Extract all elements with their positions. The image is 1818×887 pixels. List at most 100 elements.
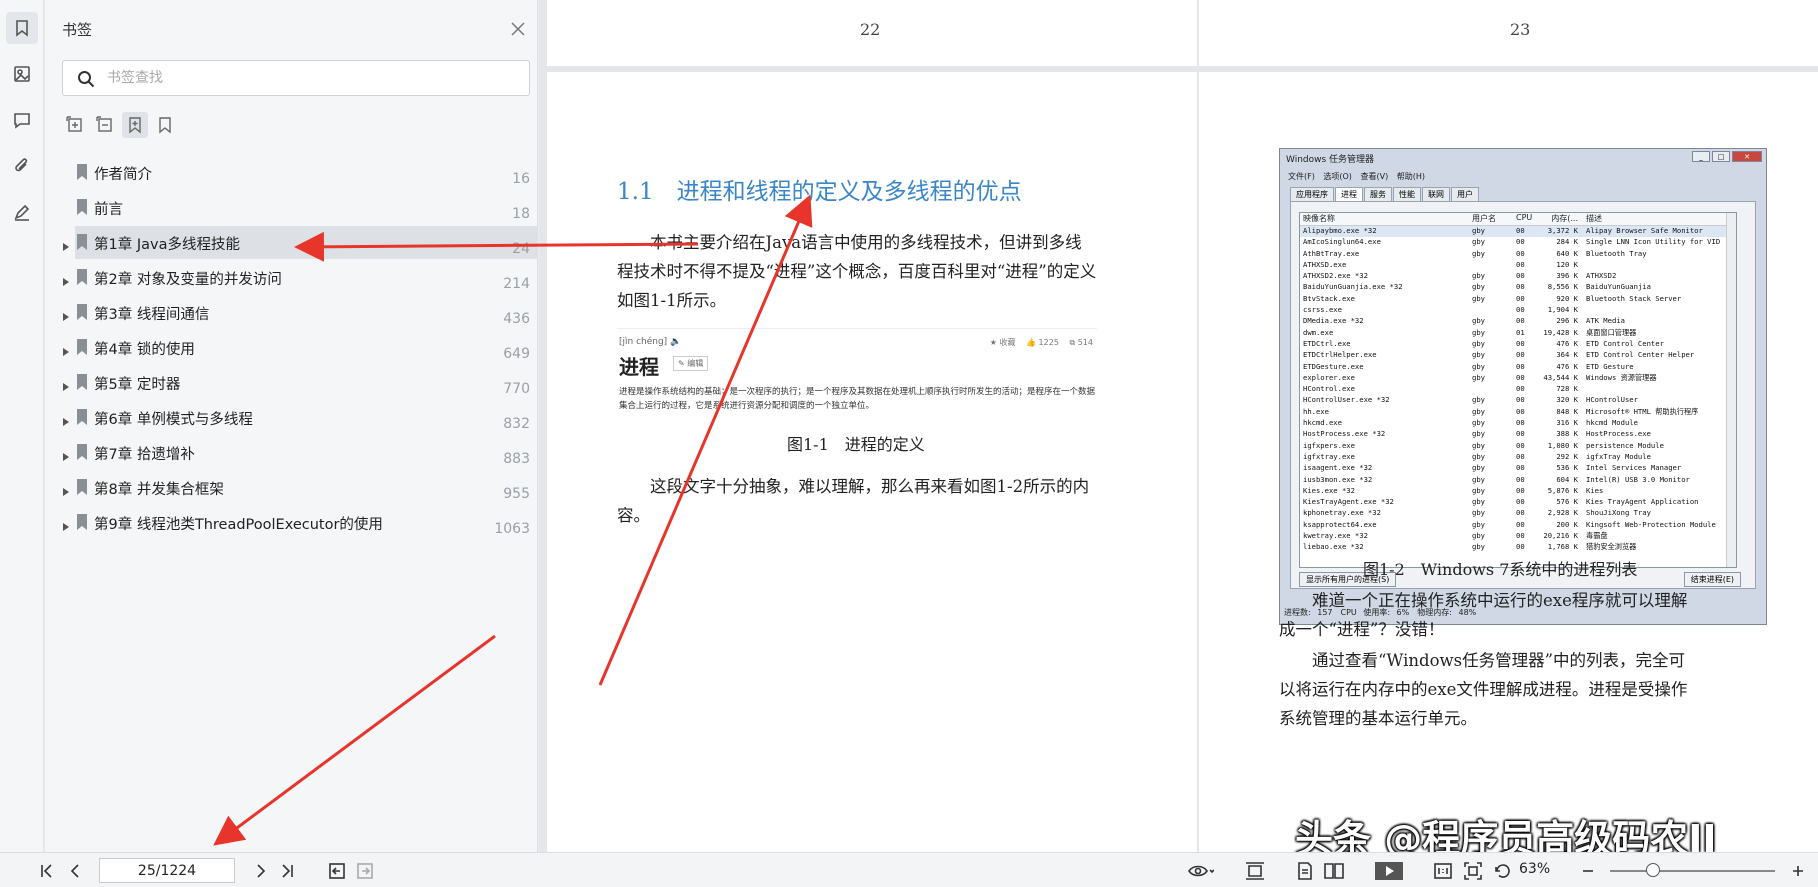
page-number-input[interactable] [99, 858, 235, 883]
process-cell: HostProcess.exe [1586, 429, 1651, 439]
menu-item: 查看(V) [1360, 172, 1389, 181]
expand-arrow-icon[interactable] [61, 237, 71, 251]
expand-arrow-icon[interactable] [61, 307, 71, 321]
bookmark-item[interactable]: 第7章 拾遗增补 883 [45, 435, 538, 470]
bookmark-item[interactable]: 第2章 对象及变量的并发访问 214 [45, 260, 538, 295]
expand-arrow-icon[interactable] [61, 447, 71, 461]
process-row: isaagent.exe *32 gby 00 536 K Intel Services… [1300, 463, 1736, 474]
column-header: 内存(... [1551, 214, 1578, 223]
expand-arrow-icon[interactable] [61, 482, 71, 496]
rotate-icon[interactable] [1492, 861, 1514, 881]
play-icon[interactable] [1374, 861, 1404, 881]
eye-protection-icon[interactable] [1186, 861, 1216, 881]
process-table-header: 映像名称 用户名 CPU 内存(... 描述 [1300, 213, 1736, 226]
next-page-icon[interactable] [252, 861, 270, 881]
paragraph: 难道一个正在操作系统中运行的exe程序就可以理解成一个“进程”？没错！ [1279, 591, 1688, 639]
zoom-slider-thumb[interactable] [1645, 863, 1660, 877]
process-cell: Microsoft® HTML 帮助执行程序 [1586, 406, 1699, 416]
single-page-icon[interactable] [1243, 861, 1267, 881]
process-cell: gby [1472, 293, 1485, 303]
zoom-level[interactable]: 63% [1519, 861, 1550, 877]
document-view[interactable]: 22 23 1.1 进程和线程的定义及多线程的优点 本书主要介绍在Java语言中… [539, 0, 1818, 852]
process-cell: gby [1472, 463, 1485, 473]
process-cell: gby [1472, 327, 1485, 337]
process-cell: Alipaybmo.exe *32 [1303, 226, 1377, 235]
bookmark-page: 18 [512, 206, 530, 222]
bookmark-outline-icon[interactable] [152, 112, 178, 138]
bookmark-item-selected[interactable]: 第1章 Java多线程技能 24 [45, 225, 538, 260]
search-input[interactable] [107, 67, 507, 89]
tm-tab: 服务 [1364, 187, 1392, 202]
process-cell: gby [1472, 372, 1485, 382]
bookmark-search[interactable] [62, 60, 530, 96]
process-row: Alipaybmo.exe *32 gby 00 3,372 K Alipay Brow… [1300, 226, 1736, 238]
task-manager-title: Windows 任务管理器 [1286, 155, 1375, 165]
process-row: AmIcoSinglun64.exe gby 00 284 K Single LNN I… [1300, 237, 1736, 248]
baike-figure: [jìn chéng] 🔈 进程 ✎ 编辑 ★ 收藏 👍 1225 ⧉ 514 … [617, 328, 1097, 424]
attachment-icon[interactable] [6, 150, 38, 182]
paragraph: 本书主要介绍在Java语言中使用的多线程技术，但讲到多线程技术时不得不提及“进程… [617, 233, 1097, 310]
process-cell: 920 K [1556, 293, 1578, 303]
bookmark-item[interactable]: 作者简介 16 [45, 155, 538, 190]
bookmark-item[interactable]: 第6章 单例模式与多线程 832 [45, 400, 538, 435]
thumbnail-icon[interactable] [6, 58, 38, 90]
expand-all-icon[interactable] [62, 112, 88, 138]
bookmark-item[interactable]: 前言 18 [45, 190, 538, 225]
close-icon[interactable] [507, 18, 529, 40]
two-page-icon[interactable] [1322, 861, 1346, 881]
process-cell: 320 K [1556, 395, 1578, 405]
bookmark-item[interactable]: 第5章 定时器 770 [45, 365, 538, 400]
signature-icon[interactable] [6, 196, 38, 228]
process-cell: 猎豹安全浏览器 [1586, 542, 1637, 552]
bookmark-label: 第4章 锁的使用 [94, 342, 195, 358]
process-cell: ShouJiXong Tray [1586, 508, 1651, 518]
process-cell [1586, 305, 1736, 316]
actual-size-icon[interactable] [1432, 861, 1454, 881]
zoom-in-icon[interactable] [1790, 861, 1806, 881]
previous-page-icon[interactable] [66, 861, 84, 881]
first-page-icon[interactable] [38, 861, 56, 881]
bookmark-item[interactable]: 第3章 线程间通信 436 [45, 295, 538, 330]
process-cell: 728 K [1556, 384, 1578, 394]
process-cell: Kies [1586, 485, 1604, 495]
expand-arrow-icon[interactable] [61, 517, 71, 531]
expand-arrow-icon[interactable] [61, 272, 71, 286]
expand-arrow-icon[interactable] [61, 412, 71, 426]
process-cell: BaiduYunGuanjia.exe *32 [1303, 282, 1403, 292]
zoom-out-icon[interactable] [1580, 861, 1596, 881]
fit-page-icon[interactable] [1462, 861, 1484, 881]
process-cell [1472, 305, 1516, 316]
menu-item: 文件(F) [1288, 172, 1315, 181]
bookmark-item[interactable]: 第4章 锁的使用 649 [45, 330, 538, 365]
bookmark-item[interactable]: 第9章 线程池类ThreadPoolExecutor的使用 1063 [45, 505, 538, 540]
bookmark-item[interactable]: 第8章 并发集合框架 955 [45, 470, 538, 505]
expand-arrow-icon[interactable] [61, 377, 71, 391]
process-row: KiesTrayAgent.exe *32 gby 00 576 K Kies Tray… [1300, 497, 1736, 508]
bottom-toolbar: 63% [0, 852, 1818, 887]
process-cell: hh.exe [1303, 406, 1329, 416]
expand-arrow-icon[interactable] [61, 342, 71, 356]
zoom-slider[interactable] [1610, 870, 1775, 872]
bookmark-label: 第7章 拾遗增补 [94, 447, 195, 463]
process-cell: csrss.exe [1303, 305, 1342, 315]
back-icon[interactable] [327, 861, 347, 881]
process-row: ETDGesture.exe gby 00 476 K ETD Gesture [1300, 362, 1736, 373]
process-cell: 00 [1516, 406, 1525, 416]
forward-icon[interactable] [355, 861, 375, 881]
process-cell: HControlUser.exe *32 [1303, 395, 1390, 405]
process-cell: AmIcoSinglun64.exe [1303, 237, 1381, 247]
add-bookmark-icon[interactable] [122, 112, 148, 138]
process-cell: gby [1472, 350, 1485, 360]
collapse-all-icon[interactable] [92, 112, 118, 138]
process-cell: AthBtTray.exe [1303, 248, 1360, 258]
bookmark-icon[interactable] [6, 12, 38, 44]
paragraph: 这段文字十分抽象，难以理解，那么再来看如图1-2所示的内容。 [617, 477, 1090, 525]
comment-icon[interactable] [6, 104, 38, 136]
bookmark-flag-icon [76, 374, 88, 390]
process-cell: 284 K [1556, 237, 1578, 247]
side-rail [0, 0, 44, 852]
process-cell: 00 [1516, 485, 1525, 495]
last-page-icon[interactable] [278, 861, 296, 881]
document-icon[interactable] [1295, 861, 1315, 881]
process-row: igfxpers.exe gby 00 1,080 K persistence Modu… [1300, 441, 1736, 452]
